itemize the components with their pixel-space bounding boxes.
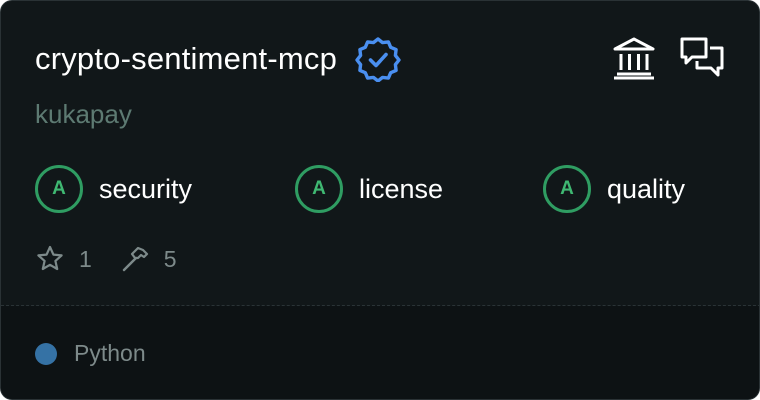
server-owner[interactable]: kukapay: [35, 99, 132, 130]
score-license[interactable]: A license: [295, 164, 443, 214]
stats-row: 1 5: [35, 241, 205, 277]
title-row: crypto-sentiment-mcp: [35, 35, 401, 83]
score-label: security: [99, 173, 193, 204]
score-label: quality: [607, 173, 686, 204]
server-card[interactable]: crypto-sentiment-mcp kukapay A security …: [0, 0, 760, 400]
tools-stat: 5: [120, 244, 177, 274]
score-label: license: [359, 173, 444, 204]
tools-count: 5: [163, 245, 177, 272]
language-tag: Python: [35, 340, 146, 367]
language-name: Python: [74, 340, 146, 366]
grade-badge: A: [543, 165, 591, 213]
stars-count: 1: [79, 245, 92, 272]
grade-badge: A: [295, 165, 343, 213]
score-security[interactable]: A security: [35, 164, 192, 214]
star-icon: [37, 245, 63, 271]
card-footer: Python: [1, 306, 759, 399]
language-color-dot: [35, 342, 57, 365]
chat-bubbles-icon[interactable]: [679, 35, 725, 81]
verified-badge-icon: [355, 36, 401, 83]
grade-badge: A: [35, 165, 83, 213]
stars-stat: 1: [35, 244, 92, 274]
bank-icon[interactable]: [611, 35, 657, 81]
score-list: A security A license A quality: [35, 164, 735, 214]
hammer-icon: [122, 246, 148, 272]
server-title[interactable]: crypto-sentiment-mcp: [35, 41, 337, 77]
card-actions: [611, 35, 725, 81]
score-quality[interactable]: A quality: [543, 164, 685, 214]
